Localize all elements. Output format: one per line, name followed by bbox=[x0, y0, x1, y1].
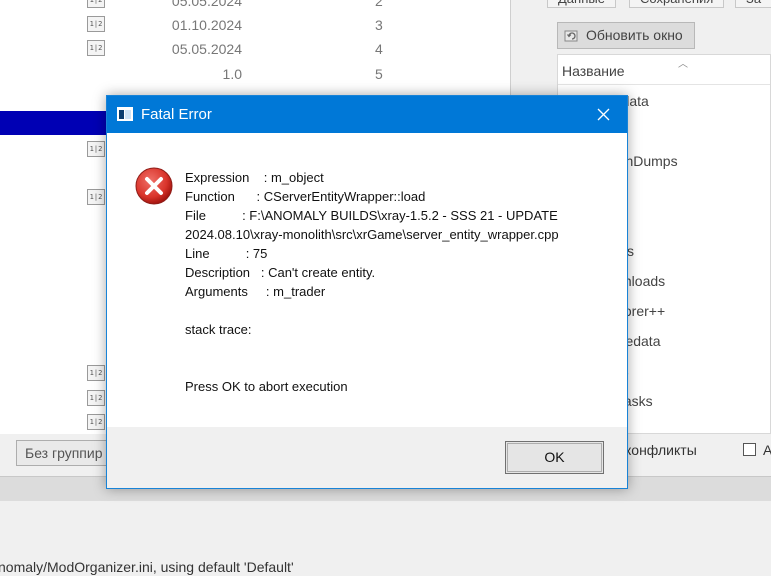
message-line: Arguments : m_trader bbox=[185, 284, 326, 299]
row-date: 05.05.2024 bbox=[171, 0, 242, 9]
row-priority: 5 bbox=[375, 66, 383, 82]
error-icon bbox=[135, 167, 173, 205]
log-panel: nomaly/ModOrganizer.ini, using default '… bbox=[0, 501, 771, 576]
conflicts-label: конфликты bbox=[625, 442, 697, 458]
message-line: File : F:\ANOMALY BUILDS\xray-1.5.2 - SS… bbox=[185, 208, 558, 223]
refresh-button[interactable]: Обновить окно bbox=[557, 22, 695, 49]
table-row[interactable]: 1|2 01.10.2024 3 bbox=[0, 13, 510, 37]
name-header-label: Название bbox=[562, 63, 625, 79]
dialog-title: Fatal Error bbox=[141, 106, 212, 123]
row-priority: 4 bbox=[375, 41, 383, 57]
conflicts-checkbox[interactable] bbox=[743, 443, 756, 456]
tab-more[interactable]: За bbox=[735, 0, 771, 8]
message-line: Function : CServerEntityWrapper::load bbox=[185, 189, 426, 204]
refresh-icon bbox=[564, 30, 578, 42]
mod-file-icon: 1|2 bbox=[87, 16, 105, 32]
row-priority: 2 bbox=[375, 0, 383, 9]
row-date: 01.10.2024 bbox=[171, 17, 242, 33]
sort-ascending-icon: ︿ bbox=[678, 59, 688, 70]
mod-file-icon: 1|2 bbox=[87, 0, 105, 8]
message-line: Description : Can't create entity. bbox=[185, 265, 376, 280]
name-column-header[interactable]: Название ︿ bbox=[558, 55, 770, 85]
close-icon bbox=[597, 108, 610, 121]
log-line: nomaly/ModOrganizer.ini, using default '… bbox=[0, 559, 294, 575]
message-line: Line : 75 bbox=[185, 246, 268, 261]
message-line: Expression : m_object bbox=[185, 170, 324, 185]
mod-file-icon: 1|2 bbox=[87, 40, 105, 56]
mod-file-icon: 1|2 bbox=[87, 390, 105, 406]
row-priority: 3 bbox=[375, 17, 383, 33]
ok-button[interactable]: OK bbox=[505, 441, 604, 474]
table-row[interactable]: 1|2 05.05.2024 4 bbox=[0, 37, 510, 61]
close-button[interactable] bbox=[581, 96, 627, 133]
error-message: Expression : m_object Function : CServer… bbox=[185, 168, 615, 396]
table-row[interactable]: 1.0 5 bbox=[0, 62, 510, 86]
window-app-icon bbox=[117, 107, 133, 121]
conflicts-extra-label: А bbox=[763, 442, 771, 458]
message-line: 2024.08.10\xray-monolith\src\xrGame\serv… bbox=[185, 227, 559, 242]
abort-prompt: Press OK to abort execution bbox=[185, 379, 348, 394]
tab-saves[interactable]: Сохранения bbox=[629, 0, 725, 8]
tab-data[interactable]: Данные bbox=[547, 0, 616, 8]
dialog-footer: OK bbox=[107, 427, 627, 488]
mod-file-icon: 1|2 bbox=[87, 414, 105, 430]
tab-bar: Данные Сохранения За bbox=[545, 0, 771, 10]
row-date: 1.0 bbox=[222, 66, 242, 82]
row-date: 05.05.2024 bbox=[171, 41, 242, 57]
mod-file-icon: 1|2 bbox=[87, 189, 105, 205]
stack-trace-label: stack trace: bbox=[185, 322, 252, 337]
mod-file-icon: 1|2 bbox=[87, 365, 105, 381]
refresh-label: Обновить окно bbox=[586, 27, 683, 43]
table-row[interactable]: 1|2 05.05.2024 2 bbox=[0, 0, 510, 13]
fatal-error-dialog: Fatal Error Expression : m_object Functi… bbox=[106, 95, 628, 489]
dialog-titlebar[interactable]: Fatal Error bbox=[107, 96, 627, 133]
mod-file-icon: 1|2 bbox=[87, 141, 105, 157]
